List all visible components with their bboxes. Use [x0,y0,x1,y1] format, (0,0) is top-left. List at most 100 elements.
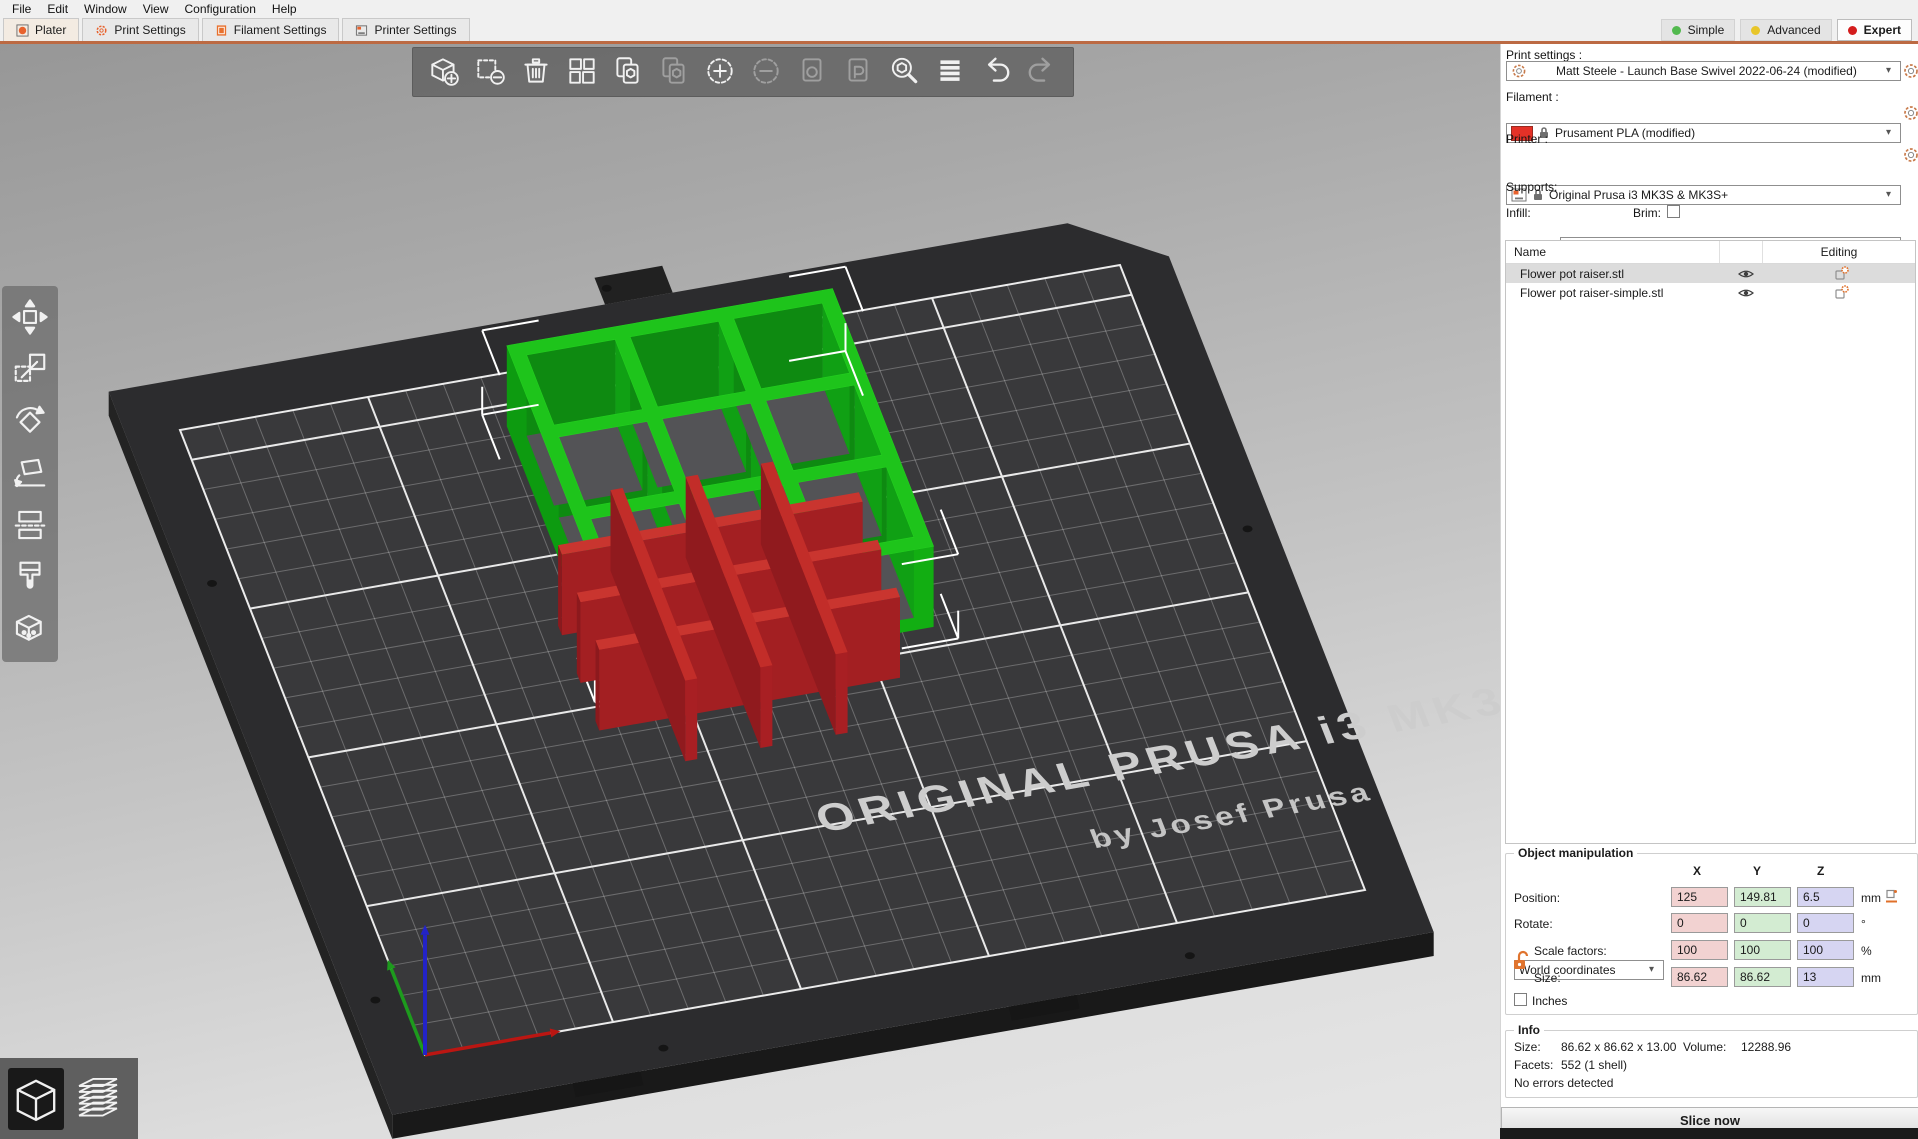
object-row-flower-pot-raiser[interactable]: Flower pot raiser.stl [1506,264,1915,283]
inches-label: Inches [1532,994,1567,1008]
eye-icon[interactable] [1738,268,1754,280]
axis-y-header: Y [1753,864,1761,878]
menu-file[interactable]: File [4,2,39,16]
mode-expert[interactable]: Expert [1837,19,1912,41]
size-x-field[interactable]: 86.62 [1671,967,1728,987]
paint-on-supports-button[interactable] [6,552,54,604]
rotate-button[interactable] [6,396,54,448]
tab-label: Filament Settings [234,23,327,37]
cut-button[interactable] [6,500,54,552]
mode-switcher: Simple Advanced Expert [1661,19,1918,41]
add-button[interactable] [421,50,467,94]
search-button[interactable] [881,50,927,94]
object-row-flower-pot-raiser-simple[interactable]: Flower pot raiser-simple.stl [1506,283,1915,302]
print-settings-combo[interactable]: Matt Steele - Launch Base Swivel 2022-06… [1506,61,1901,81]
visibility-column-header [1720,241,1763,263]
seam-painting-button[interactable] [6,604,54,656]
menu-edit[interactable]: Edit [39,2,76,16]
variable-layer-height-button[interactable] [927,50,973,94]
axis-x-header: X [1693,864,1701,878]
print-settings-gear-icon [95,24,108,37]
rotate-z-field[interactable]: 0 [1797,913,1854,933]
name-column-header[interactable]: Name [1506,241,1720,263]
arrange-icon [565,54,599,91]
edit-object-icon[interactable] [1834,266,1849,281]
uniform-scale-lock-icon[interactable] [1512,949,1529,973]
3d-editor-view-button[interactable] [8,1068,64,1130]
place-on-face-icon [11,454,49,495]
filament-combo[interactable]: Prusament PLA (modified) ▾ [1506,123,1901,143]
brim-label: Brim: [1633,206,1661,220]
eye-icon[interactable] [1738,287,1754,299]
print-settings-label: Print settings : [1506,48,1582,62]
info-facets-label: Facets: [1514,1058,1553,1072]
seam-painting-icon [11,610,49,651]
delete-all-button[interactable] [513,50,559,94]
copy-icon [611,54,645,91]
printer-edit-gear-icon[interactable] [1903,147,1918,163]
position-y-field[interactable]: 149.81 [1734,887,1791,907]
object-name: Flower pot raiser.stl [1506,267,1725,281]
chevron-down-icon: ▾ [1886,66,1896,76]
filament-icon [215,24,228,37]
drop-to-bed-icon[interactable] [1884,889,1899,904]
tab-plater[interactable]: Plater [3,18,79,41]
menubar: File Edit Window View Configuration Help [0,0,1918,17]
edit-object-icon[interactable] [1834,285,1849,300]
menu-view[interactable]: View [135,2,177,16]
split-to-parts-icon [841,54,875,91]
tab-filament-settings[interactable]: Filament Settings [202,18,340,41]
remove-instance-button [743,50,789,94]
move-button[interactable] [6,292,54,344]
printer-combo[interactable]: Original Prusa i3 MK3S & MK3S+ ▾ [1506,185,1901,205]
tab-printer-settings[interactable]: Printer Settings [342,18,469,41]
filament-edit-gear-icon[interactable] [1903,105,1918,121]
mode-simple[interactable]: Simple [1661,19,1736,41]
arrange-button[interactable] [559,50,605,94]
expert-dot-icon [1848,26,1857,35]
scale-button[interactable] [6,344,54,396]
printer-label: Printer : [1506,132,1548,146]
copy-button[interactable] [605,50,651,94]
scale-x-field[interactable]: 100 [1671,940,1728,960]
undo-button[interactable] [973,50,1019,94]
plater-icon [16,24,29,37]
scale-icon [11,350,49,391]
mode-advanced[interactable]: Advanced [1740,19,1831,41]
menu-window[interactable]: Window [76,2,135,16]
size-z-field[interactable]: 13 [1797,967,1854,987]
view-switch-bar [0,1058,138,1139]
paste-button [651,50,697,94]
left-toolbar [2,286,58,662]
tab-label: Plater [35,23,66,37]
tab-print-settings[interactable]: Print Settings [82,18,198,41]
advanced-dot-icon [1751,26,1760,35]
place-on-face-button[interactable] [6,448,54,500]
object-manipulation-title: Object manipulation [1514,846,1637,860]
preview-layers-button[interactable] [70,1068,126,1130]
rotate-icon [11,402,49,443]
print-settings-edit-gear-icon[interactable] [1903,63,1918,79]
search-icon [887,54,921,91]
position-x-field[interactable]: 125 [1671,887,1728,907]
mode-label: Expert [1864,23,1901,37]
brim-checkbox[interactable] [1667,205,1680,218]
print-settings-value: Matt Steele - Launch Base Swivel 2022-06… [1532,64,1896,78]
menu-configuration[interactable]: Configuration [177,2,264,16]
add-instance-button[interactable] [697,50,743,94]
position-z-field[interactable]: 6.5 [1797,887,1854,907]
scale-z-field[interactable]: 100 [1797,940,1854,960]
tab-label: Printer Settings [374,23,456,37]
position-label: Position: [1514,891,1560,905]
rotate-y-field[interactable]: 0 [1734,913,1791,933]
delete-button[interactable] [467,50,513,94]
size-y-field[interactable]: 86.62 [1734,967,1791,987]
top-toolbar [412,47,1074,97]
move-icon [11,298,49,339]
3d-viewport[interactable]: ORIGINAL PRUSA i3 MK3by Josef Prusa [0,44,1500,1139]
inches-checkbox[interactable] [1514,993,1527,1006]
variable-layer-height-icon [933,54,967,91]
rotate-x-field[interactable]: 0 [1671,913,1728,933]
menu-help[interactable]: Help [264,2,305,16]
scale-y-field[interactable]: 100 [1734,940,1791,960]
